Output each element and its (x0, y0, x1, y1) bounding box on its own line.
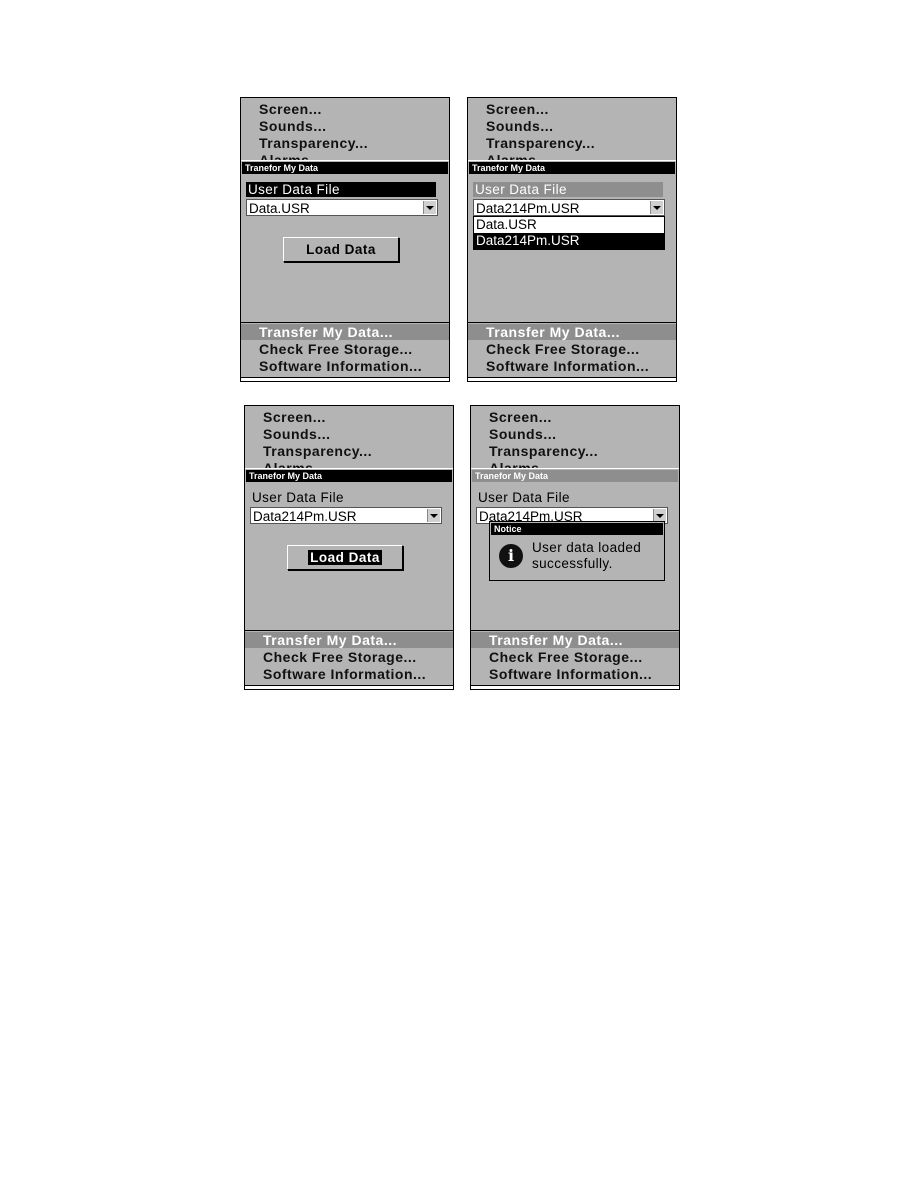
user-data-file-select[interactable]: Data.USR (246, 199, 438, 216)
load-data-button[interactable]: Load Data (287, 545, 403, 570)
user-data-file-label: User Data File (246, 182, 436, 197)
menu-item-check-free-storage[interactable]: Check Free Storage... (486, 341, 640, 357)
chevron-down-icon[interactable] (650, 201, 663, 214)
menu-item-sounds[interactable]: Sounds... (263, 426, 331, 442)
notice-line-2: successfully. (532, 556, 613, 571)
info-icon: i (499, 544, 523, 568)
user-data-file-label: User Data File (473, 182, 663, 197)
selected-file: Data214Pm.USR (253, 509, 357, 524)
menu-item-transfer-my-data[interactable]: Transfer My Data... (241, 324, 449, 340)
screenshot-panel-4: Screen... Sounds... Transparency... Alar… (470, 405, 680, 690)
dialog-title: Tranefor My Data (469, 162, 675, 174)
status-strip (468, 377, 676, 381)
screenshot-panel-1: Screen... Sounds... Transparency... Alar… (240, 97, 450, 382)
dialog-title: Tranefor My Data (472, 470, 678, 482)
menu-item-transparency[interactable]: Transparency... (263, 443, 372, 459)
menu-item-transparency[interactable]: Transparency... (259, 135, 368, 151)
menu-item-transfer-my-data[interactable]: Transfer My Data... (471, 632, 679, 648)
menu-item-screen[interactable]: Screen... (486, 101, 549, 117)
selected-file: Data214Pm.USR (476, 201, 580, 216)
menu-item-check-free-storage[interactable]: Check Free Storage... (263, 649, 417, 665)
screenshot-panel-3: Screen... Sounds... Transparency... Alar… (244, 405, 454, 690)
menu-item-transfer-my-data[interactable]: Transfer My Data... (468, 324, 676, 340)
menu-item-sounds[interactable]: Sounds... (489, 426, 557, 442)
menu-item-screen[interactable]: Screen... (259, 101, 322, 117)
file-dropdown-list: Data.USR Data214Pm.USR (473, 216, 665, 250)
status-strip (245, 685, 453, 689)
menu-item-sounds[interactable]: Sounds... (259, 118, 327, 134)
load-data-button[interactable]: Load Data (283, 237, 399, 262)
menu-item-sounds[interactable]: Sounds... (486, 118, 554, 134)
transfer-dialog: Tranefor My Data User Data File Data214P… (471, 468, 679, 631)
menu-item-screen[interactable]: Screen... (489, 409, 552, 425)
menu-item-screen[interactable]: Screen... (263, 409, 326, 425)
chevron-down-icon[interactable] (427, 509, 440, 522)
dialog-title: Tranefor My Data (246, 470, 452, 482)
load-data-label: Load Data (306, 242, 376, 257)
notice-message: User data loaded successfully. (532, 540, 641, 572)
menu-item-check-free-storage[interactable]: Check Free Storage... (489, 649, 643, 665)
file-option[interactable]: Data214Pm.USR (474, 233, 664, 249)
user-data-file-label: User Data File (478, 490, 570, 505)
transfer-dialog: Tranefor My Data User Data File Data.USR… (241, 160, 449, 323)
user-data-file-select[interactable]: Data214Pm.USR (250, 507, 442, 524)
status-strip (471, 685, 679, 689)
transfer-dialog: Tranefor My Data User Data File Data214P… (468, 160, 676, 323)
menu-item-transparency[interactable]: Transparency... (486, 135, 595, 151)
notice-line-1: User data loaded (532, 540, 642, 555)
dialog-title: Tranefor My Data (242, 162, 448, 174)
screenshot-panel-2: Screen... Sounds... Transparency... Alar… (467, 97, 677, 382)
status-strip (241, 377, 449, 381)
menu-item-software-information[interactable]: Software Information... (263, 666, 426, 682)
user-data-file-label: User Data File (252, 490, 344, 505)
menu-item-transfer-my-data[interactable]: Transfer My Data... (245, 632, 453, 648)
user-data-file-select[interactable]: Data214Pm.USR (473, 199, 665, 216)
selected-file: Data.USR (249, 201, 310, 216)
menu-item-software-information[interactable]: Software Information... (486, 358, 649, 374)
file-option[interactable]: Data.USR (474, 217, 664, 233)
load-data-label: Load Data (308, 550, 382, 565)
chevron-down-icon[interactable] (423, 201, 436, 214)
menu-item-check-free-storage[interactable]: Check Free Storage... (259, 341, 413, 357)
transfer-dialog: Tranefor My Data User Data File Data214P… (245, 468, 453, 631)
document-page: Screen... Sounds... Transparency... Alar… (0, 0, 918, 1188)
menu-item-software-information[interactable]: Software Information... (489, 666, 652, 682)
menu-item-software-information[interactable]: Software Information... (259, 358, 422, 374)
notice-title: Notice (491, 523, 663, 535)
menu-item-transparency[interactable]: Transparency... (489, 443, 598, 459)
notice-popup: Notice i User data loaded successfully. (489, 521, 665, 581)
